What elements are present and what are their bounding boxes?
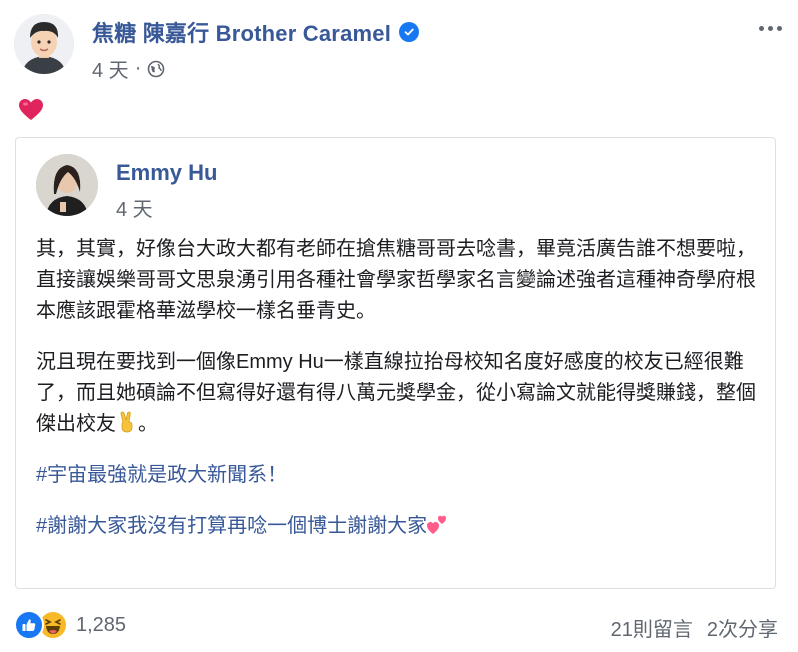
hashtag-line-1: #宇宙最強就是政大新聞系！ xyxy=(36,460,756,491)
two-hearts-emoji xyxy=(427,515,447,534)
red-heart-emoji xyxy=(19,99,43,120)
more-dot-icon xyxy=(776,25,782,31)
shared-post[interactable]: Emmy Hu 4 天 其，其實，好像台大政大都有老師在搶焦糖哥哥去唸書，畢竟活… xyxy=(15,137,776,589)
hashtag-link[interactable]: #謝謝大家我沒有打算再唸一個博士謝謝大家 xyxy=(36,515,427,537)
post-author-name[interactable]: 焦糖 陳嘉行 Brother Caramel xyxy=(92,16,391,48)
post-meta: 4 天 · xyxy=(92,54,165,83)
paragraph-2-end: 。 xyxy=(138,413,158,435)
engagement-stats: 21則留言 2次分享 xyxy=(611,613,778,642)
shared-post-body: 其，其實，好像台大政大都有老師在搶焦糖哥哥去唸書，畢竟活廣告誰不想要啦，直接讓娛… xyxy=(36,234,756,562)
shared-timestamp[interactable]: 4 天 xyxy=(116,193,153,222)
hashtag-link[interactable]: #宇宙最強就是政大新聞系！ xyxy=(36,464,287,486)
verified-badge-icon xyxy=(399,22,420,42)
post-author[interactable]: 焦糖 陳嘉行 Brother Caramel xyxy=(92,16,420,48)
globe-icon[interactable] xyxy=(147,60,165,78)
post-timestamp[interactable]: 4 天 xyxy=(92,54,129,83)
shares-count-link[interactable]: 2次分享 xyxy=(707,613,778,642)
paragraph-2: 況且現在要找到一個像Emmy Hu一樣直線拉抬母校知名度好感度的校友已經很難了，… xyxy=(36,347,756,440)
more-dot-icon xyxy=(758,25,764,31)
shared-author-name[interactable]: Emmy Hu xyxy=(116,160,217,186)
more-options-button[interactable] xyxy=(752,14,788,42)
like-icon xyxy=(14,610,44,640)
reaction-summary[interactable]: 1,285 xyxy=(14,610,126,640)
hashtag-line-2: #謝謝大家我沒有打算再唸一個博士謝謝大家 xyxy=(36,511,756,542)
paragraph-1: 其，其實，好像台大政大都有老師在搶焦糖哥哥去唸書，畢竟活廣告誰不想要啦，直接讓娛… xyxy=(36,238,756,322)
facebook-post: 焦糖 陳嘉行 Brother Caramel 4 天 · Emmy Hu 4 天… xyxy=(0,0,798,652)
author-avatar[interactable] xyxy=(14,14,74,74)
reaction-count[interactable]: 1,285 xyxy=(76,614,126,637)
meta-separator: · xyxy=(134,57,142,79)
shared-author-avatar[interactable] xyxy=(36,154,98,216)
victory-hand-emoji xyxy=(120,411,133,433)
comments-count-link[interactable]: 21則留言 xyxy=(611,613,693,642)
more-dot-icon xyxy=(767,25,773,31)
